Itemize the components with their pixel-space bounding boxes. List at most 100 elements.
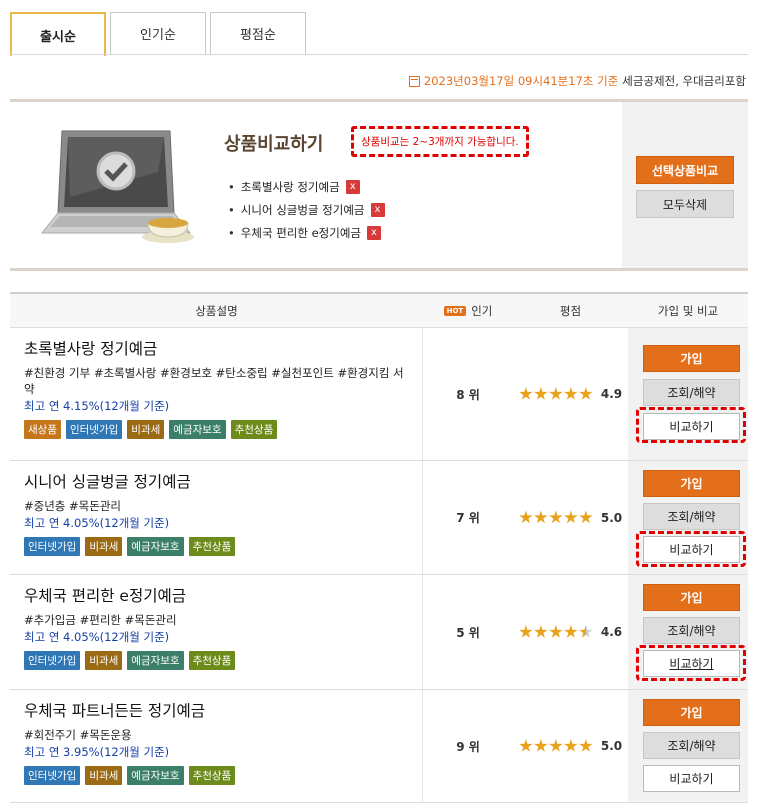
header-action: 가입 및 비교 (657, 303, 719, 318)
badge-deposit-protect: 예금자보호 (169, 420, 226, 439)
remove-icon[interactable]: x (345, 179, 360, 194)
header-rating: 평점 (559, 303, 582, 318)
product-name[interactable]: 우체국 파트너든든 정기예금 (24, 699, 408, 721)
star-icon (579, 387, 593, 400)
badge-taxfree: 비과세 (127, 420, 165, 439)
badge-internet: 인터넷가입 (24, 537, 81, 556)
star-rating (519, 510, 593, 525)
date-stamp: 2023년03월17일 09시41분17초 기준 (423, 74, 619, 88)
table-row: 우체국 파트너든든 정기예금 #회전주기 #목돈운용 최고 연 3.95%(12… (10, 690, 748, 803)
star-rating (519, 625, 593, 639)
laptop-icon (40, 130, 194, 243)
inquiry-cancel-button[interactable]: 조회/해약 (643, 503, 740, 530)
product-badges: 인터넷가입 비과세 예금자보호 추천상품 (24, 651, 408, 670)
product-rating: 5.0 (513, 690, 628, 802)
join-button[interactable]: 가입 (643, 584, 740, 611)
remove-icon[interactable]: x (366, 225, 381, 240)
product-rate: 최고 연 3.95%(12개월 기준) (24, 745, 170, 759)
compare-item-label: 시니어 싱글벙글 정기예금 (240, 202, 365, 217)
product-rank: 7 위 (456, 511, 480, 525)
star-icon (579, 510, 593, 524)
join-button[interactable]: 가입 (643, 470, 740, 497)
badge-taxfree: 비과세 (85, 766, 123, 785)
star-icon (519, 739, 533, 752)
product-rate: 최고 연 4.15%(12개월 기준) (24, 399, 170, 413)
product-rate: 최고 연 4.05%(12개월 기준) (24, 630, 170, 644)
product-desc: 우체국 편리한 e정기예금 #추가입금 #편리한 #목돈관리 최고 연 4.05… (10, 575, 423, 689)
badge-recommend: 추천상품 (188, 537, 236, 556)
rating-score: 5.0 (600, 510, 623, 525)
star-icon (579, 625, 593, 638)
star-icon (519, 387, 533, 400)
product-actions: 가입 조회/해약 비교하기 (628, 328, 748, 460)
star-icon (534, 625, 548, 638)
date-note: 세금공제전, 우대금리포함 (622, 74, 746, 88)
badge-recommend: 추천상품 (188, 766, 236, 785)
product-tags: #중년층 #목돈관리 (24, 499, 121, 513)
badge-internet: 인터넷가입 (24, 766, 81, 785)
star-icon (534, 739, 548, 752)
star-icon (579, 739, 593, 752)
tab-release[interactable]: 출시순 (10, 12, 106, 56)
compare-item-label: 초록별사랑 정기예금 (240, 179, 340, 194)
highlight-marker (636, 531, 746, 567)
star-icon (564, 510, 578, 524)
product-tags: #추가입금 #편리한 #목돈관리 (24, 613, 177, 627)
product-rate: 최고 연 4.05%(12개월 기준) (24, 516, 170, 530)
star-icon (564, 387, 578, 400)
product-tags: #친환경 기부 #초록별사랑 #환경보호 #탄소중립 #실천포인트 #환경지킴 … (24, 366, 404, 396)
inquiry-cancel-button[interactable]: 조회/해약 (643, 732, 740, 759)
star-icon (564, 625, 578, 638)
product-rating: 4.9 (513, 328, 628, 460)
star-rating (519, 387, 593, 401)
product-actions: 가입 조회/해약 비교하기 (628, 461, 748, 574)
date-info: 2023년03월17일 09시41분17초 기준 세금공제전, 우대금리포함 (408, 73, 746, 89)
badge-taxfree: 비과세 (85, 537, 123, 556)
product-name[interactable]: 시니어 싱글벙글 정기예금 (24, 470, 408, 492)
join-button[interactable]: 가입 (643, 699, 740, 726)
compare-selected-button[interactable]: 선택상품비교 (636, 156, 734, 184)
star-icon (534, 510, 548, 524)
product-name[interactable]: 초록별사랑 정기예금 (24, 337, 408, 359)
hot-icon: HOT (443, 305, 467, 316)
product-table: 상품설명 HOT 인기 평점 가입 및 비교 초록별사랑 정기예금 #친환경 기… (10, 292, 748, 803)
product-actions: 가입 조회/해약 비교하기 (628, 690, 748, 802)
tabs-divider (10, 54, 748, 55)
badge-deposit-protect: 예금자보호 (127, 651, 184, 670)
compare-button[interactable]: 비교하기 (643, 765, 740, 792)
star-icon (534, 387, 548, 400)
product-rating: 5.0 (513, 461, 628, 574)
compare-limit-notice: 상품비교는 2~3개까지 가능합니다. (351, 126, 529, 157)
inquiry-cancel-button[interactable]: 조회/해약 (643, 379, 740, 406)
table-row: 시니어 싱글벙글 정기예금 #중년층 #목돈관리 최고 연 4.05%(12개월… (10, 461, 748, 575)
product-rank: 9 위 (456, 739, 480, 754)
product-name[interactable]: 우체국 편리한 e정기예금 (24, 584, 408, 606)
star-icon (549, 739, 563, 752)
table-row: 초록별사랑 정기예금 #친환경 기부 #초록별사랑 #환경보호 #탄소중립 #실… (10, 328, 748, 461)
calendar-icon (408, 75, 420, 87)
product-badges: 인터넷가입 비과세 예금자보호 추천상품 (24, 537, 408, 556)
tab-popularity[interactable]: 인기순 (110, 12, 206, 54)
table-row: 우체국 편리한 e정기예금 #추가입금 #편리한 #목돈관리 최고 연 4.05… (10, 575, 748, 690)
highlight-marker (636, 407, 746, 443)
rating-score: 4.9 (600, 387, 623, 401)
compare-item: 초록별사랑 정기예금 x (228, 175, 385, 198)
badge-internet: 인터넷가입 (65, 420, 123, 439)
delete-all-button[interactable]: 모두삭제 (636, 190, 734, 218)
star-icon (549, 625, 563, 638)
product-rating: 4.6 (513, 575, 628, 689)
badge-deposit-protect: 예금자보호 (127, 766, 184, 785)
join-button[interactable]: 가입 (643, 345, 740, 372)
remove-icon[interactable]: x (370, 202, 385, 217)
product-desc: 우체국 파트너든든 정기예금 #회전주기 #목돈운용 최고 연 3.95%(12… (10, 690, 423, 802)
badge-taxfree: 비과세 (85, 651, 123, 670)
compare-item-label: 우체국 편리한 e정기예금 (240, 225, 361, 240)
inquiry-cancel-button[interactable]: 조회/해약 (643, 617, 740, 644)
badge-recommend: 추천상품 (230, 420, 278, 439)
tab-rating[interactable]: 평점순 (210, 12, 306, 54)
product-desc: 초록별사랑 정기예금 #친환경 기부 #초록별사랑 #환경보호 #탄소중립 #실… (10, 328, 423, 460)
compare-selected-list: 초록별사랑 정기예금 x 시니어 싱글벙글 정기예금 x 우체국 편리한 e정기… (228, 175, 385, 244)
compare-item: 우체국 편리한 e정기예금 x (228, 221, 385, 244)
product-badges: 새상품 인터넷가입 비과세 예금자보호 추천상품 (24, 420, 408, 439)
product-rank: 8 위 (456, 387, 480, 402)
